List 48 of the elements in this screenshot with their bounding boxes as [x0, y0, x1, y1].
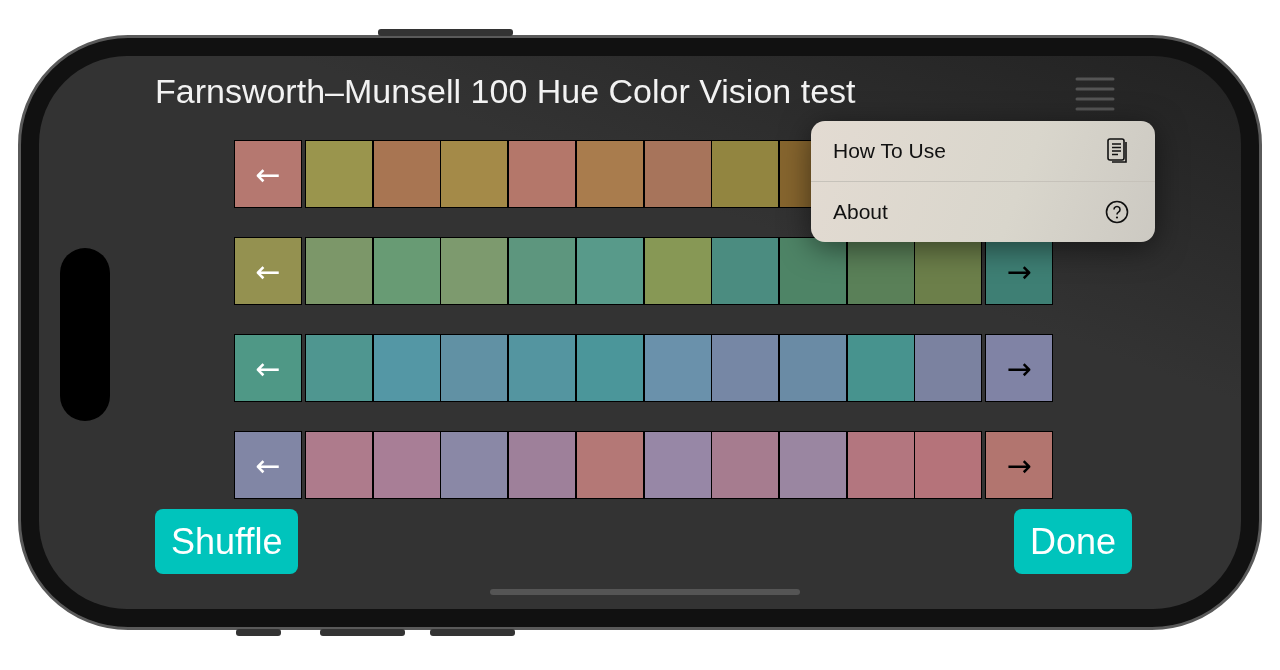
right-arrow-button[interactable]: → [985, 334, 1054, 402]
color-tile[interactable] [440, 334, 509, 402]
left-arrow-button[interactable]: ← [234, 140, 302, 208]
color-tile[interactable] [846, 431, 915, 499]
color-tile[interactable] [440, 140, 509, 208]
app-title: Farnsworth–Munsell 100 Hue Color Vision test [155, 71, 856, 111]
color-tile[interactable] [305, 237, 373, 305]
left-arrow-button[interactable]: ← [234, 237, 302, 305]
color-tile[interactable] [575, 431, 644, 499]
color-tile[interactable] [372, 237, 441, 305]
color-tile[interactable] [305, 431, 373, 499]
menu-item[interactable]: How To Use [811, 121, 1155, 181]
color-tile[interactable] [643, 431, 712, 499]
left-arrow-button[interactable]: ← [234, 334, 302, 402]
action-button[interactable]: Done [1013, 509, 1132, 574]
color-tile[interactable] [440, 237, 509, 305]
color-tile[interactable] [643, 237, 712, 305]
color-tile[interactable] [711, 334, 780, 402]
color-tile[interactable] [508, 431, 577, 499]
color-tile[interactable] [305, 140, 373, 208]
color-tile[interactable] [372, 140, 441, 208]
color-tile[interactable] [643, 334, 712, 402]
color-tile[interactable] [508, 237, 577, 305]
menu-item[interactable]: About [811, 181, 1155, 242]
color-tile[interactable] [508, 334, 577, 402]
color-tile[interactable] [846, 334, 915, 402]
color-tile[interactable] [508, 140, 577, 208]
color-tile[interactable] [575, 334, 644, 402]
color-tile[interactable] [778, 237, 847, 305]
document-icon [1107, 138, 1129, 164]
color-tile[interactable] [440, 431, 509, 499]
color-tile[interactable] [372, 334, 441, 402]
left-arrow-button[interactable]: ← [234, 431, 302, 499]
color-tile[interactable] [914, 431, 983, 499]
color-tile[interactable] [711, 140, 780, 208]
color-tile[interactable] [575, 140, 644, 208]
color-tile[interactable] [778, 334, 847, 402]
right-arrow-button[interactable]: → [985, 431, 1054, 499]
help-icon [1105, 200, 1129, 224]
action-button[interactable]: Shuffle [155, 509, 299, 574]
color-tile[interactable] [914, 334, 983, 402]
color-tile[interactable] [711, 237, 780, 305]
color-tile[interactable] [711, 431, 780, 499]
color-tile[interactable] [372, 431, 441, 499]
color-tile[interactable] [643, 140, 712, 208]
color-tile[interactable] [575, 237, 644, 305]
color-tile[interactable] [778, 431, 847, 499]
color-tile[interactable] [305, 334, 373, 402]
